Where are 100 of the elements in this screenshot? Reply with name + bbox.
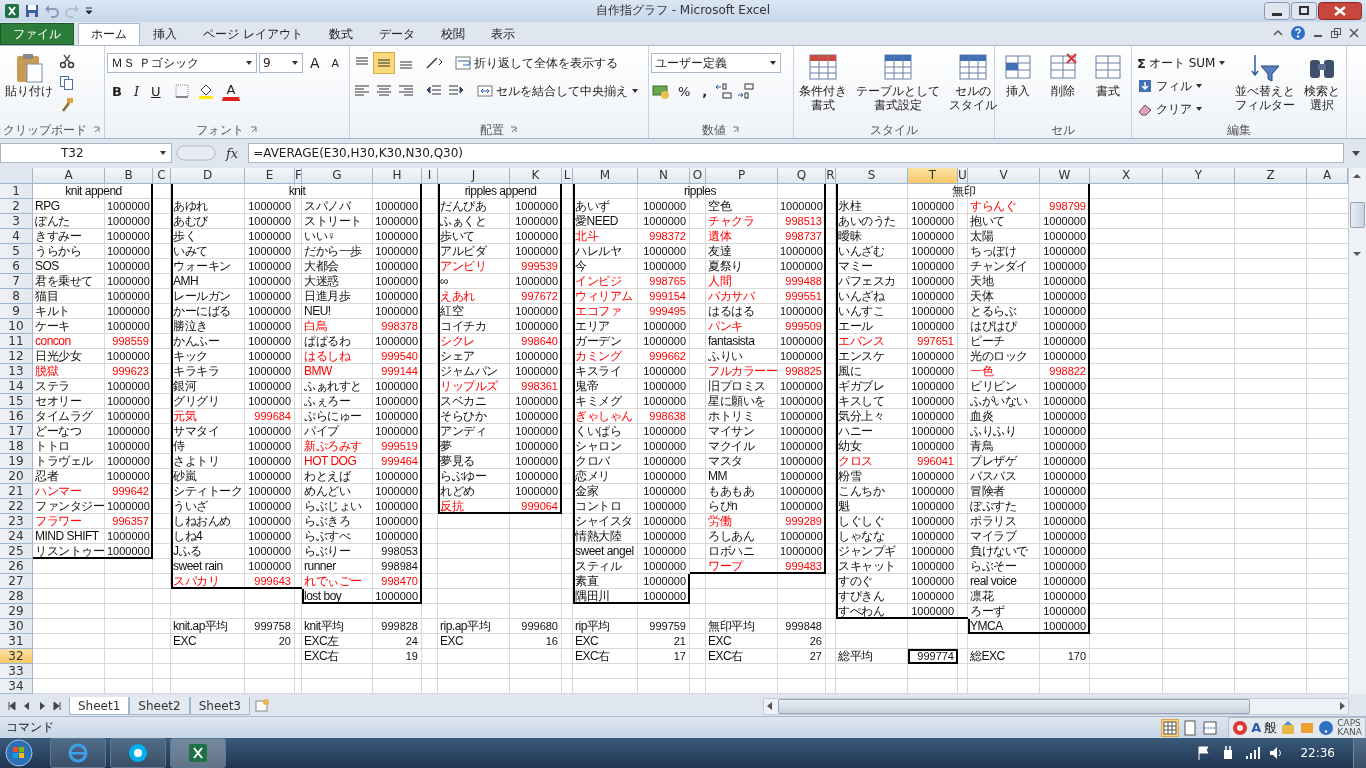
column-header[interactable]: E — [245, 168, 295, 185]
row-header[interactable]: 2 — [0, 199, 33, 215]
row-header[interactable]: 14 — [0, 379, 33, 395]
row-header[interactable]: 32 — [0, 649, 33, 665]
first-arrow-icon[interactable] — [6, 700, 18, 713]
shrink-font-button[interactable]: A — [326, 53, 345, 74]
ribbon-tab[interactable]: 挿入 — [140, 23, 190, 46]
grow-font-button[interactable]: A — [305, 53, 325, 74]
sort-filter-button[interactable]: 並べ替えと フィルター — [1232, 49, 1299, 116]
style-button[interactable]: テーブルとして 書式設定 — [853, 49, 943, 116]
page-break-icon[interactable] — [1202, 719, 1219, 736]
ribbon-tab[interactable]: ホーム — [78, 23, 140, 46]
bold-button[interactable]: B — [107, 81, 127, 102]
row-header[interactable]: 27 — [0, 574, 33, 590]
help-icon[interactable] — [1290, 25, 1306, 42]
clock[interactable]: 22:36 — [1300, 746, 1335, 760]
percent-button[interactable]: % — [673, 81, 696, 102]
last-arrow-icon[interactable] — [51, 700, 63, 713]
column-header[interactable]: C — [153, 168, 171, 185]
save-icon[interactable] — [24, 2, 40, 19]
column-header[interactable]: X — [1090, 168, 1163, 185]
row-header[interactable]: 13 — [0, 364, 33, 380]
column-header[interactable]: Z — [1235, 168, 1307, 185]
column-header[interactable]: K — [510, 168, 562, 185]
style-button[interactable]: セルの スタイル — [946, 49, 1000, 116]
row-header[interactable]: 3 — [0, 214, 33, 230]
name-box[interactable]: T32 — [0, 143, 172, 164]
row-header[interactable]: 16 — [0, 409, 33, 425]
column-header[interactable]: Y — [1163, 168, 1235, 185]
maximize-icon[interactable] — [1291, 1, 1317, 20]
ribbon-tab[interactable]: 数式 — [315, 23, 366, 46]
column-header[interactable]: M — [573, 168, 638, 185]
minimize-icon[interactable] — [1264, 1, 1290, 20]
autosum-button[interactable]: Σ オート SUM — [1134, 53, 1230, 74]
column-header[interactable]: A — [33, 168, 105, 185]
decimal-icon[interactable] — [736, 81, 757, 102]
ime-mode[interactable]: A — [1251, 720, 1262, 735]
signal-bars-icon[interactable] — [1244, 745, 1261, 761]
column-header[interactable]: S — [836, 168, 908, 185]
column-header[interactable]: B — [105, 168, 153, 185]
column-header[interactable]: A — [1307, 168, 1348, 185]
vertical-scrollbar[interactable] — [1348, 168, 1366, 695]
column-header[interactable]: O — [690, 168, 706, 185]
row-header[interactable]: 9 — [0, 304, 33, 320]
italic-button[interactable]: I — [128, 81, 145, 102]
row-header[interactable]: 18 — [0, 439, 33, 455]
column-header[interactable]: J — [438, 168, 510, 185]
scroll-thumb[interactable] — [1350, 202, 1365, 229]
row-header[interactable]: 29 — [0, 604, 33, 620]
row-header[interactable]: 7 — [0, 274, 33, 290]
decimal-icon[interactable] — [714, 81, 735, 102]
normal-view-icon[interactable] — [1162, 719, 1179, 736]
comma-button[interactable]: , — [697, 81, 713, 102]
fill-bucket-icon[interactable] — [197, 83, 214, 100]
number-format-dropdown[interactable]: ユーザー定義 — [651, 53, 781, 74]
ime-input-mode[interactable]: 般 — [1264, 718, 1278, 737]
horizontal-scrollbar[interactable] — [763, 697, 1349, 715]
row-header[interactable]: 12 — [0, 349, 33, 365]
font-size-dropdown[interactable]: 9 — [259, 53, 303, 74]
column-header[interactable]: Q — [778, 168, 826, 185]
row-header[interactable]: 24 — [0, 529, 33, 545]
sheet-tab[interactable]: Sheet3 — [189, 697, 250, 716]
font-color-button[interactable]: A — [221, 81, 241, 102]
taskbar-button[interactable] — [110, 738, 166, 768]
row-header[interactable]: 33 — [0, 664, 33, 680]
ribbon-tab[interactable]: ページ レイアウト — [190, 23, 316, 46]
wrap-text-button[interactable]: 折り返して全体を表示する — [452, 53, 621, 74]
scroll-thumb[interactable] — [778, 698, 1250, 714]
row-header[interactable]: 26 — [0, 559, 33, 575]
find-select-button[interactable]: 検索と 選択 — [1301, 49, 1344, 116]
row-header[interactable]: 23 — [0, 514, 33, 530]
launcher-icon[interactable] — [93, 126, 101, 135]
column-header[interactable]: T — [908, 168, 958, 185]
launcher-icon[interactable] — [250, 126, 258, 135]
restore-icon[interactable] — [1330, 27, 1342, 40]
ribbon-tab[interactable]: データ — [365, 23, 428, 46]
launcher-icon[interactable] — [732, 126, 740, 135]
sheet-tab[interactable]: Sheet2 — [129, 697, 190, 716]
column-header[interactable]: V — [968, 168, 1040, 185]
align-icon[interactable] — [374, 53, 394, 74]
fill-button[interactable]: フィル — [1134, 76, 1230, 97]
scissors-icon[interactable] — [59, 53, 75, 70]
row-header[interactable]: 15 — [0, 394, 33, 410]
row-header[interactable]: 22 — [0, 499, 33, 515]
row-header[interactable]: 6 — [0, 259, 33, 275]
row-header[interactable]: 30 — [0, 619, 33, 635]
caret-icon[interactable] — [84, 5, 94, 16]
clear-button[interactable]: クリア — [1134, 99, 1230, 120]
sheet-tab[interactable]: Sheet1 — [69, 697, 130, 716]
start-orb-icon[interactable] — [4, 738, 34, 768]
cell-button[interactable]: 削除 — [1042, 49, 1084, 102]
close-icon[interactable] — [1348, 27, 1360, 40]
ribbon-tab[interactable]: 校閲 — [427, 23, 478, 46]
splitter-handle-icon[interactable] — [176, 144, 216, 163]
row-header[interactable]: 25 — [0, 544, 33, 560]
row-header[interactable]: 10 — [0, 319, 33, 335]
font-name-dropdown[interactable]: ＭＳ Ｐゴシック — [107, 53, 257, 74]
row-header[interactable]: 31 — [0, 634, 33, 650]
insert-function-button[interactable]: fx — [220, 145, 245, 161]
column-header[interactable]: H — [373, 168, 422, 185]
